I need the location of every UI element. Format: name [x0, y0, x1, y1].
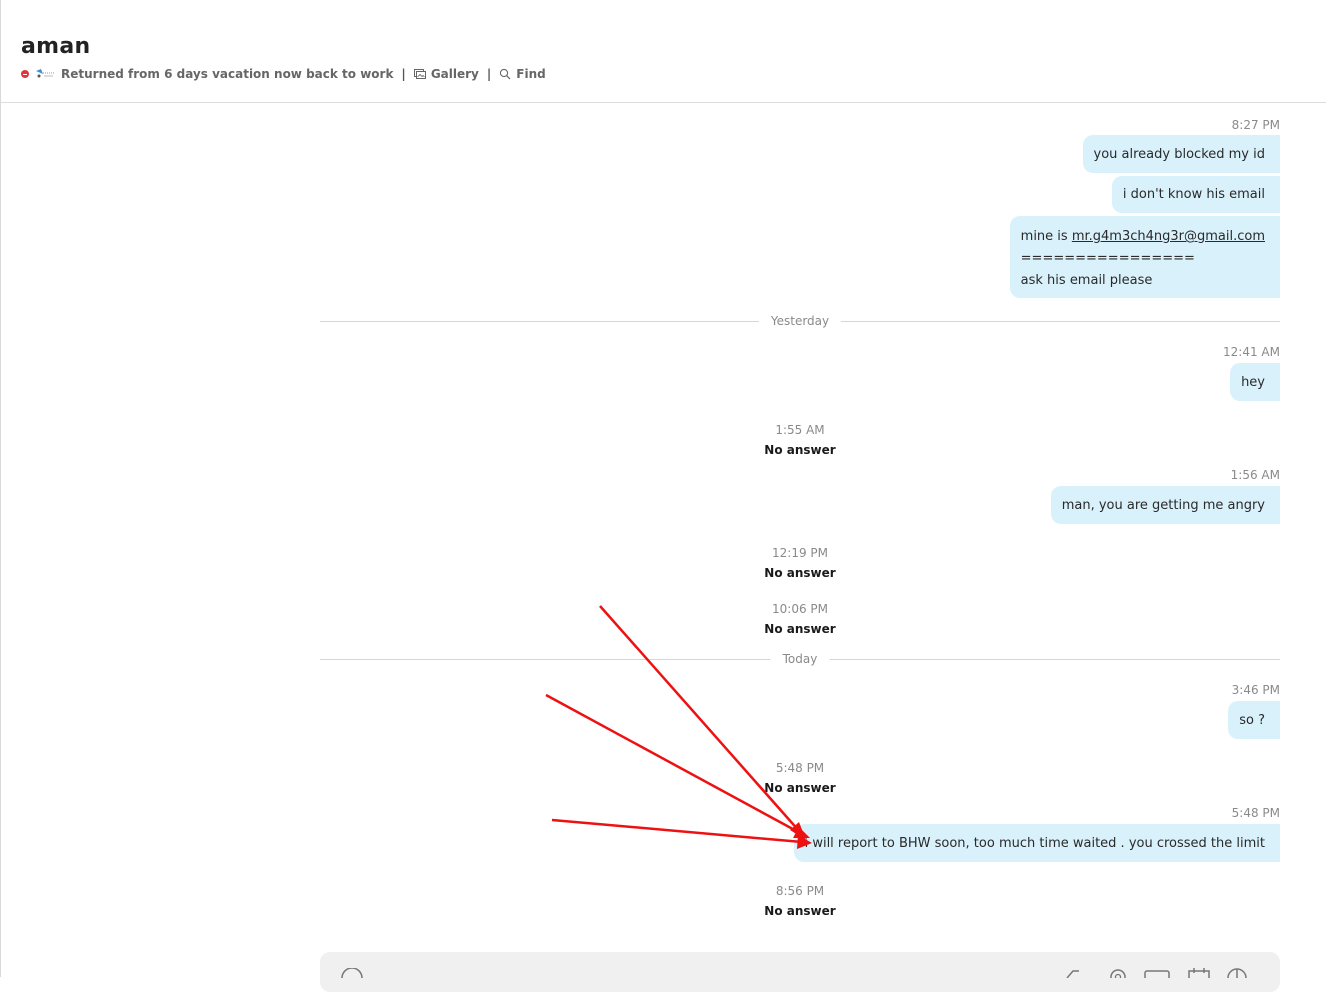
- message-composer[interactable]: [320, 952, 1280, 992]
- annotation-arrow: [599, 605, 801, 833]
- annotation-arrow: [545, 693, 803, 836]
- annotation-arrows: [545, 605, 812, 849]
- annotation-arrow: [551, 818, 803, 844]
